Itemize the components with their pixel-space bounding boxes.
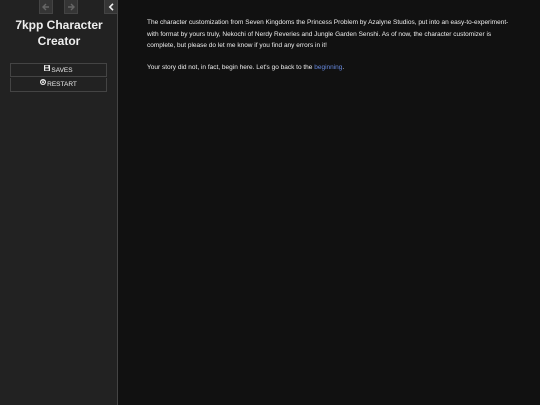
saves-button[interactable]: Saves	[10, 63, 107, 77]
passage-intro-paragraph: The character customization from Seven K…	[147, 19, 509, 49]
story-title: 7kpp Character Creator	[0, 17, 118, 49]
arrow-left-icon	[42, 3, 49, 10]
restart-label: Restart	[47, 81, 77, 89]
arrow-right-icon	[68, 3, 75, 10]
beginning-link[interactable]: beginning	[314, 64, 342, 71]
passage: The character customization from Seven K…	[147, 17, 517, 83]
story-title-line1: 7kpp Character	[15, 18, 103, 32]
passage-link-prefix: Your story did not, in fact, begin here.…	[147, 63, 315, 71]
passage-link-suffix: .	[342, 63, 345, 71]
history-forward-button[interactable]	[64, 0, 78, 14]
saves-label: Saves	[51, 67, 73, 75]
sidebar: 7kpp Character Creator Saves Restart	[0, 0, 118, 405]
passage-link-paragraph: Your story did not, in fact, begin here.…	[147, 62, 517, 74]
floppy-disk-icon	[44, 63, 51, 76]
sidebar-toggle-button[interactable]	[104, 0, 118, 14]
chevron-left-icon	[108, 2, 114, 11]
power-icon	[40, 77, 47, 90]
history-back-button[interactable]	[39, 0, 53, 14]
story-title-line2: Creator	[37, 34, 81, 48]
restart-button[interactable]: Restart	[10, 78, 107, 92]
